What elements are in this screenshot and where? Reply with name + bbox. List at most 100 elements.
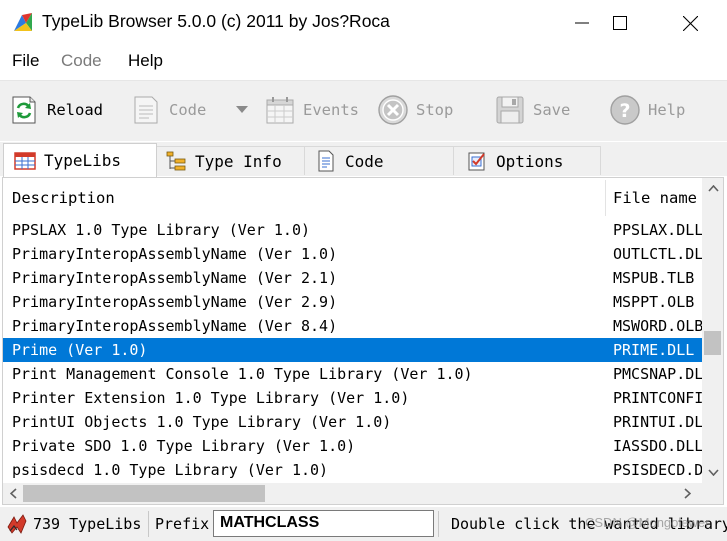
maximize-icon [613, 16, 627, 30]
status-divider [438, 511, 439, 537]
stop-icon [378, 95, 408, 125]
prefix-input[interactable]: MATHCLASS [213, 510, 434, 537]
maximize-button[interactable] [596, 0, 644, 46]
table-row[interactable]: Printer Extension 1.0 Type Library (Ver … [3, 386, 703, 410]
row-description: Print Management Console 1.0 Type Librar… [12, 365, 473, 383]
reload-button[interactable]: Reload [8, 90, 103, 130]
table-row[interactable]: PrintUI Objects 1.0 Type Library (Ver 1.… [3, 410, 703, 434]
floppy-disk-icon [496, 96, 524, 124]
menu-help[interactable]: Help [128, 51, 163, 71]
watermark: CSDN @Mongolewer [585, 515, 710, 530]
typelib-status-icon [7, 514, 27, 534]
code-label: Code [169, 101, 207, 119]
chevron-right-icon [683, 487, 691, 499]
tree-hierarchy-icon [166, 151, 186, 171]
code-document-icon [134, 96, 158, 124]
row-file-name: PRINTCONFIG.DLL [613, 389, 703, 407]
table-row[interactable]: Print Management Console 1.0 Type Librar… [3, 362, 703, 386]
row-description: PrimaryInteropAssemblyName (Ver 2.1) [12, 269, 338, 287]
vertical-scrollbar[interactable] [702, 178, 723, 483]
grid-table-icon [14, 151, 36, 170]
typelib-list[interactable]: Description File name PPSLAX 1.0 Type Li… [2, 177, 724, 505]
tab-type-info[interactable]: Type Info [156, 146, 305, 175]
tab-code-label: Code [345, 151, 384, 171]
tab-options-label: Options [496, 151, 564, 171]
row-file-name: PSISDECD.DLL [613, 461, 703, 479]
row-description: PrimaryInteropAssemblyName (Ver 1.0) [12, 245, 338, 263]
events-button[interactable]: Events [264, 90, 359, 130]
horizontal-scroll-thumb[interactable] [23, 485, 265, 502]
row-description: PrimaryInteropAssemblyName (Ver 8.4) [12, 317, 338, 335]
row-file-name: MSPUB.TLB [613, 269, 695, 287]
chevron-up-icon [707, 184, 719, 192]
row-description: PrintUI Objects 1.0 Type Library (Ver 1.… [12, 413, 392, 431]
scroll-left-button[interactable] [3, 483, 23, 503]
chevron-down-icon [707, 468, 719, 476]
typelib-count: 739 TypeLibs [6, 507, 148, 541]
row-file-name: MSWORD.OLB [613, 317, 703, 335]
row-file-name: PRIME.DLL [613, 341, 695, 359]
row-description: Printer Extension 1.0 Type Library (Ver … [12, 389, 410, 407]
column-divider[interactable] [605, 180, 606, 216]
typelib-app-icon [14, 13, 32, 31]
vertical-scroll-thumb[interactable] [704, 330, 721, 355]
list-rows: PPSLAX 1.0 Type Library (Ver 1.0) PPSLAX.… [3, 218, 703, 482]
code-button[interactable]: Code [130, 90, 206, 130]
typelib-count-text: 739 TypeLibs [33, 515, 142, 533]
stop-label: Stop [416, 101, 454, 119]
menu-code[interactable]: Code [61, 51, 102, 71]
scroll-up-button[interactable] [703, 178, 723, 198]
help-question-icon: ? [610, 95, 640, 125]
events-label: Events [303, 101, 359, 119]
code-dropdown-button[interactable] [236, 90, 248, 130]
row-description: psisdecd 1.0 Type Library (Ver 1.0) [12, 461, 329, 479]
scroll-right-button[interactable] [677, 483, 697, 503]
toolbar: Reload Code Events Stop Save ? Help [0, 80, 727, 141]
chevron-left-icon [9, 487, 17, 499]
chevron-down-icon [236, 106, 248, 113]
row-description: Prime (Ver 1.0) [12, 341, 148, 359]
table-row[interactable]: Prime (Ver 1.0) PRIME.DLL [3, 338, 703, 362]
save-label: Save [533, 101, 571, 119]
tab-typelibs[interactable]: TypeLibs [3, 143, 157, 177]
prefix-label: Prefix [155, 515, 210, 533]
stop-button[interactable]: Stop [377, 90, 453, 130]
column-header-description[interactable]: Description [12, 178, 602, 218]
table-row[interactable]: PPSLAX 1.0 Type Library (Ver 1.0) PPSLAX.… [3, 218, 703, 242]
close-button[interactable] [666, 0, 714, 46]
save-button[interactable]: Save [494, 90, 570, 130]
help-label: Help [648, 101, 686, 119]
minimize-icon [575, 22, 589, 24]
row-file-name: PRINTUI.DLL [613, 413, 703, 431]
table-row[interactable]: PrimaryInteropAssemblyName (Ver 2.1) MSPU… [3, 266, 703, 290]
table-row[interactable]: PrimaryInteropAssemblyName (Ver 8.4) MSWO… [3, 314, 703, 338]
status-divider [148, 511, 149, 537]
table-row[interactable]: psisdecd 1.0 Type Library (Ver 1.0) PSISD… [3, 458, 703, 482]
table-row[interactable]: PrimaryInteropAssemblyName (Ver 2.9) MSPP… [3, 290, 703, 314]
scroll-down-button[interactable] [703, 462, 723, 482]
tab-options[interactable]: Options [453, 146, 601, 175]
row-file-name: MSPPT.OLB [613, 293, 695, 311]
title-bar: TypeLib Browser 5.0.0 (c) 2011 by Jos?Ro… [0, 0, 727, 46]
row-file-name: PPSLAX.DLL [613, 221, 703, 239]
close-icon [682, 15, 698, 31]
tab-strip: TypeLibs Type Info Code Options [0, 142, 727, 177]
window-title: TypeLib Browser 5.0.0 (c) 2011 by Jos?Ro… [42, 11, 390, 31]
row-file-name: OUTLCTL.DLL [613, 245, 703, 263]
row-file-name: PMCSNAP.DLL [613, 365, 703, 383]
reload-label: Reload [47, 101, 103, 119]
scrollbar-corner [702, 483, 723, 504]
menu-file[interactable]: File [12, 51, 39, 71]
row-description: PrimaryInteropAssemblyName (Ver 2.9) [12, 293, 338, 311]
tab-code[interactable]: Code [304, 146, 454, 175]
help-button[interactable]: ? Help [609, 90, 685, 130]
code-page-icon [318, 150, 334, 172]
menu-bar: File Code Help [0, 48, 727, 76]
column-header-file-name[interactable]: File name [613, 178, 703, 218]
table-row[interactable]: PrimaryInteropAssemblyName (Ver 1.0) OUTL… [3, 242, 703, 266]
row-file-name: IASSDO.DLL [613, 437, 703, 455]
list-header: Description File name [3, 178, 703, 218]
row-description: Private SDO 1.0 Type Library (Ver 1.0) [12, 437, 356, 455]
horizontal-scrollbar[interactable] [3, 483, 703, 504]
table-row[interactable]: Private SDO 1.0 Type Library (Ver 1.0) IA… [3, 434, 703, 458]
